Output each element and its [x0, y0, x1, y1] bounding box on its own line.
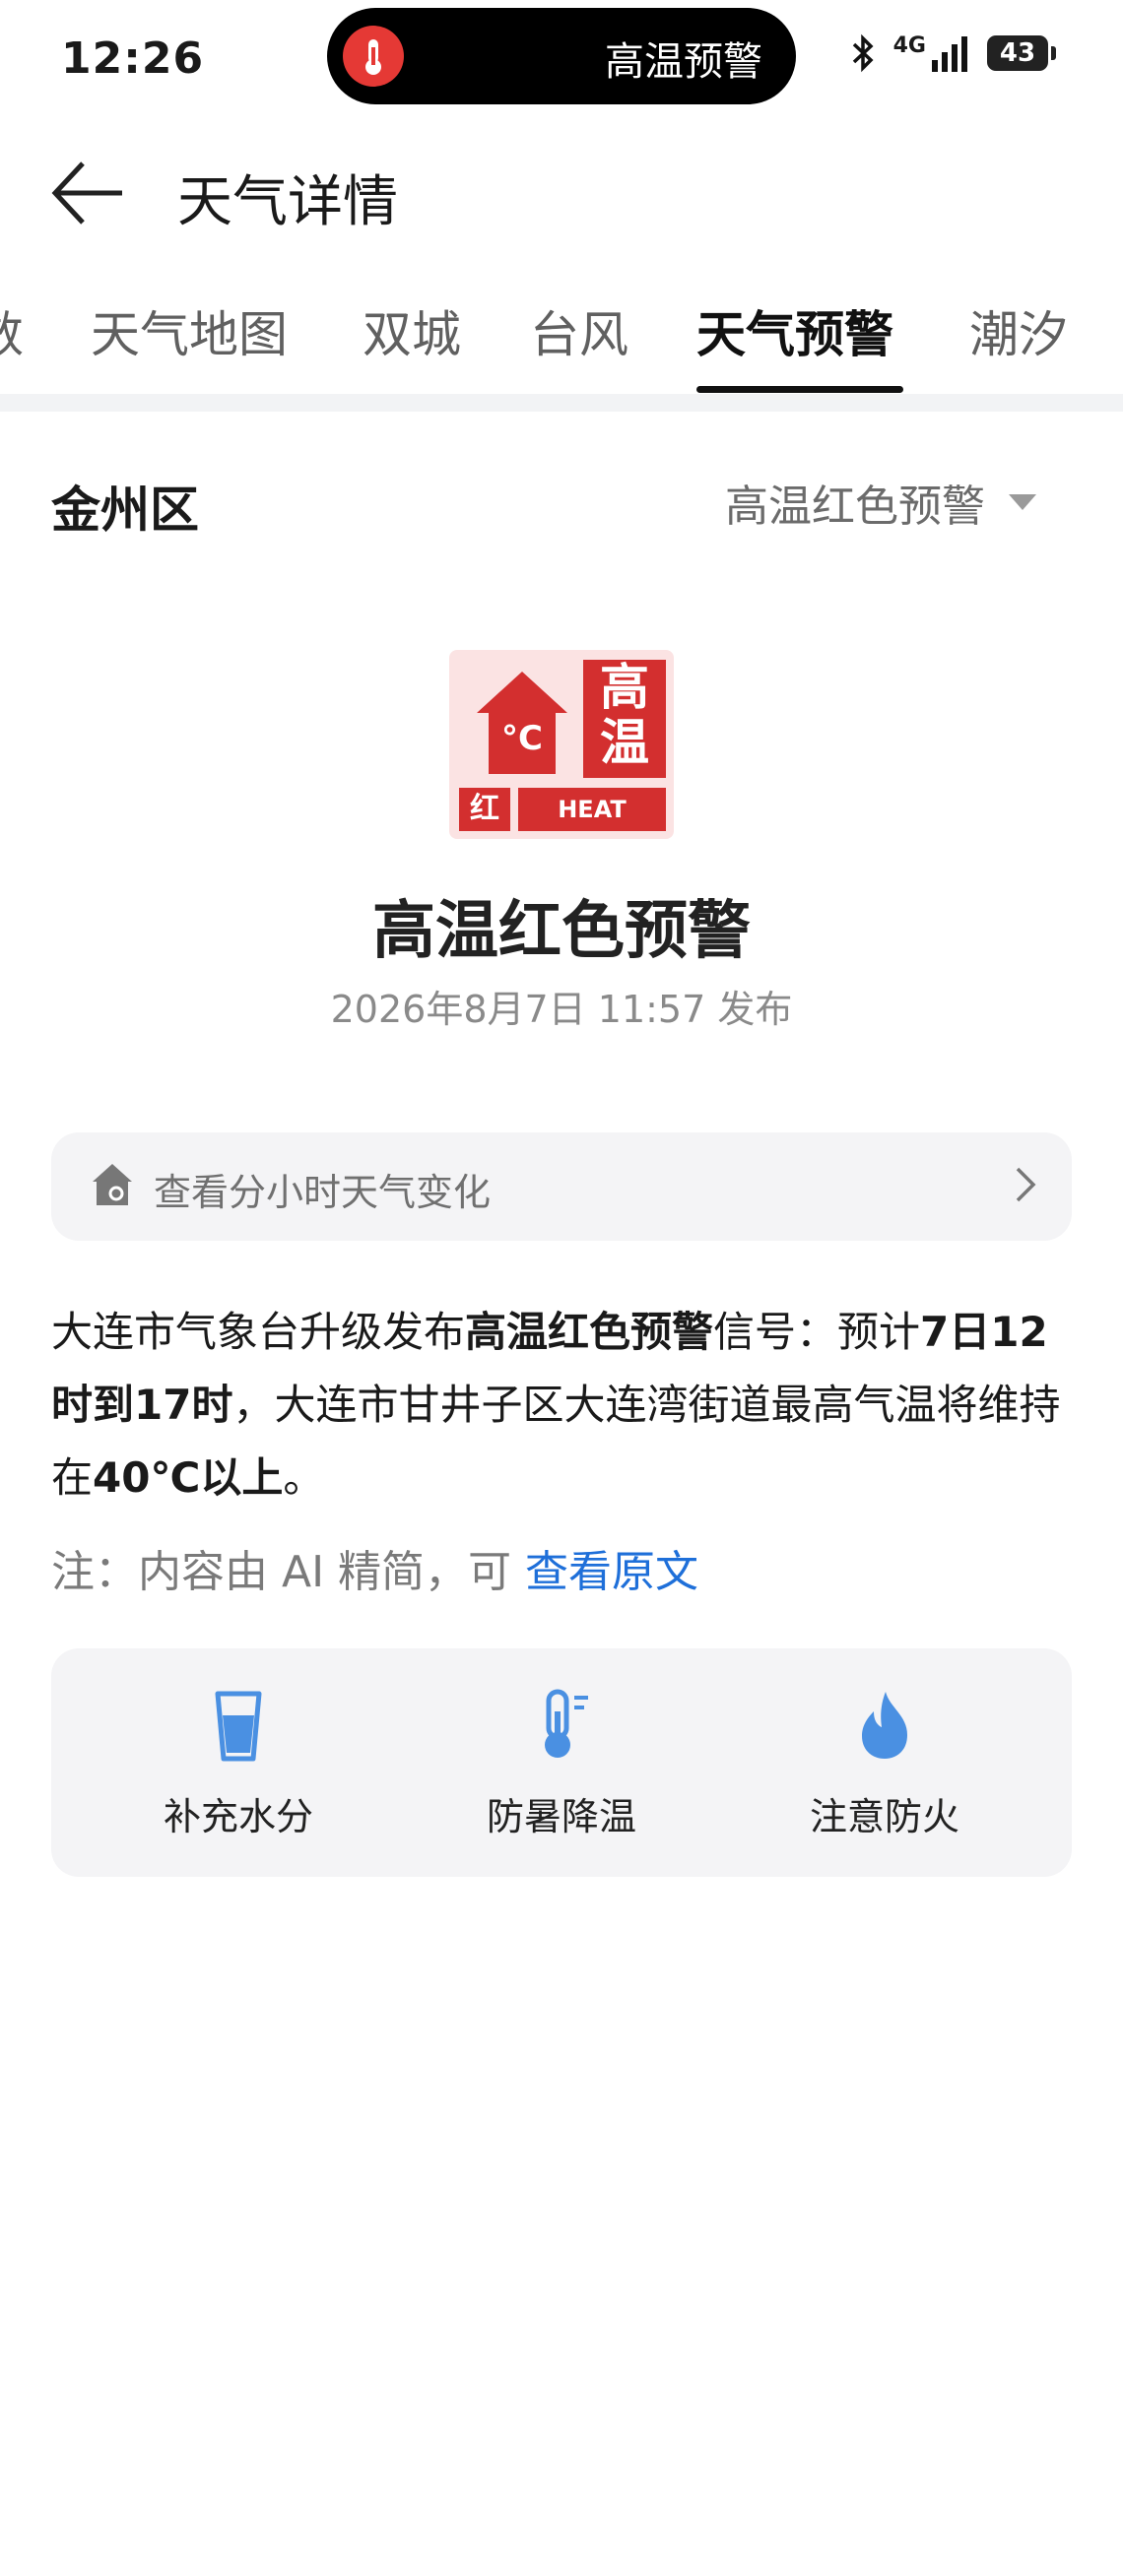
desc-text-2: 信号：预计 [713, 1308, 921, 1356]
tip-label-fire-safety: 注意防火 [809, 1795, 959, 1838]
tab-dual-city[interactable]: 双城 [363, 295, 461, 366]
section-divider [0, 394, 1123, 412]
water-cup-icon [215, 1691, 262, 1762]
desc-bold-3: 40℃以上 [93, 1453, 284, 1502]
house-temperature-icon: °C [473, 668, 571, 778]
dynamic-island[interactable]: 高温预警 [327, 8, 796, 104]
thermometer-alert-icon [343, 26, 404, 87]
tab-typhoon[interactable]: 台风 [530, 295, 628, 366]
chevron-right-icon [1015, 1166, 1036, 1203]
note-prefix: 注：内容由 AI 精简，可 [51, 1547, 526, 1597]
tab-weather-warning[interactable]: 天气预警 [696, 295, 893, 366]
tab-tide[interactable]: 潮汐 [969, 295, 1068, 366]
badge-temp-symbol: °C [501, 719, 543, 758]
desc-bold-1: 高温红色预警 [465, 1308, 714, 1356]
tab-weather-map[interactable]: 天气地图 [91, 295, 288, 366]
badge-char-2: 温 [600, 714, 649, 771]
island-alert-text: 高温预警 [605, 39, 762, 85]
tab-bar: 数 天气地图 双城 台风 天气预警 潮汐 [0, 286, 1123, 394]
tab-partial[interactable]: 数 [0, 295, 24, 366]
desc-text-1: 大连市气象台升级发布 [51, 1308, 466, 1356]
heat-wave-warning-badge: °C 高 温 红 HEAT WAVE [449, 650, 674, 867]
signal-icon [932, 36, 967, 72]
badge-english-label: HEAT WAVE [518, 788, 666, 867]
home-weather-icon [91, 1162, 134, 1207]
safety-tips-card: 补充水分 防暑降温 注意防火 [51, 1648, 1072, 1877]
tip-fire-safety[interactable]: 注意防火 [737, 1688, 1032, 1840]
bluetooth-icon [852, 33, 874, 73]
active-tab-indicator [696, 386, 903, 393]
tip-cool-down[interactable]: 防暑降温 [414, 1688, 709, 1840]
alert-published-time: 2026年8月7日 11:57 发布 [330, 988, 793, 1031]
badge-char-1: 高 [600, 659, 649, 716]
hourly-weather-link[interactable]: 查看分小时天气变化 [51, 1132, 1072, 1241]
status-time: 12:26 [61, 33, 205, 84]
tip-label-hydrate: 补充水分 [163, 1795, 313, 1838]
warning-selector[interactable]: 高温红色预警 [725, 471, 1036, 534]
alert-title: 高温红色预警 [372, 895, 751, 968]
back-arrow-icon[interactable] [49, 158, 128, 228]
thermometer-icon [545, 1689, 588, 1758]
page-title: 天气详情 [177, 170, 398, 234]
network-type: 4G [892, 33, 926, 58]
battery-indicator: 43 [987, 35, 1056, 71]
tip-label-cool-down: 防暑降温 [486, 1795, 636, 1838]
fire-icon [862, 1692, 907, 1759]
dropdown-triangle-icon [1009, 494, 1036, 510]
alert-description: 大连市气象台升级发布高温红色预警信号：预计7日12时到17时，大连市甘井子区大连… [51, 1296, 1076, 1514]
tip-hydrate[interactable]: 补充水分 [91, 1688, 386, 1840]
district-name: 金州区 [51, 482, 199, 539]
badge-color-label: 红 [459, 788, 510, 831]
view-original-link[interactable]: 查看原文 [525, 1547, 698, 1597]
badge-gaowen-box: 高 温 [583, 660, 666, 778]
status-icons: 4G 43 [850, 33, 1056, 73]
selected-warning-label: 高温红色预警 [725, 482, 985, 532]
hourly-link-label: 查看分小时天气变化 [154, 1171, 492, 1214]
ai-note: 注：内容由 AI 精简，可 查看原文 [51, 1536, 698, 1599]
desc-text-4: 。 [283, 1453, 325, 1502]
